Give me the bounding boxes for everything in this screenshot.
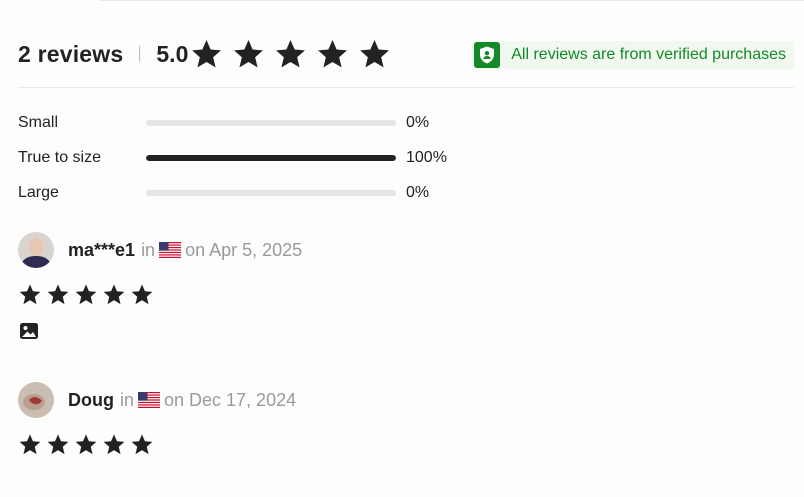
star-icon xyxy=(47,434,69,455)
star-icon xyxy=(131,284,153,305)
review-in-text: in xyxy=(119,389,134,410)
header-separator xyxy=(139,46,141,62)
fit-percent: 0% xyxy=(406,114,430,131)
star-icon xyxy=(318,40,348,68)
fit-row-true-to-size: True to size 100% xyxy=(18,146,468,170)
verified-shield-icon xyxy=(474,42,501,68)
reviews-count[interactable]: 2 reviews xyxy=(18,41,123,68)
review-meta: in on Apr 5, 2025 xyxy=(141,240,302,261)
image-icon[interactable] xyxy=(18,320,40,342)
review-date: on Apr 5, 2025 xyxy=(185,239,303,260)
avatar[interactable] xyxy=(18,382,54,418)
review-stars xyxy=(18,283,794,306)
summary-divider xyxy=(18,87,794,88)
fit-bar-track xyxy=(146,190,396,196)
fit-row-large: Large 0% xyxy=(18,181,468,205)
fit-percent: 0% xyxy=(406,184,430,201)
fit-percent: 100% xyxy=(406,149,447,166)
verified-purchases-text: All reviews are from verified purchases xyxy=(511,46,786,63)
verified-purchases-badge: All reviews are from verified purchases xyxy=(472,41,794,69)
fit-label: True to size xyxy=(18,149,101,166)
star-icon xyxy=(131,434,153,455)
average-rating-stars xyxy=(190,38,400,70)
review-summary-header: 2 reviews 5.0 All reviews are from verif… xyxy=(18,36,794,72)
star-icon xyxy=(19,284,41,305)
review-header: Doug in on Dec 17, 2024 xyxy=(18,381,794,419)
review-item: ma***e1 in on Apr 5, 2025 xyxy=(18,231,794,347)
review-item: Doug in on Dec 17, 2024 xyxy=(18,381,794,456)
review-in-text: in xyxy=(141,239,156,260)
star-icon xyxy=(19,434,41,455)
star-icon xyxy=(360,40,390,68)
review-date: on Dec 17, 2024 xyxy=(164,389,297,410)
star-icon xyxy=(75,284,97,305)
star-icon xyxy=(103,434,125,455)
star-icon xyxy=(192,40,222,68)
review-header: ma***e1 in on Apr 5, 2025 xyxy=(18,231,794,269)
reviewer-name: Doug xyxy=(68,389,114,410)
review-meta: in on Dec 17, 2024 xyxy=(120,390,296,411)
us-flag-icon xyxy=(159,241,182,258)
avatar[interactable] xyxy=(18,232,54,268)
star-icon xyxy=(234,40,264,68)
us-flag-icon xyxy=(138,391,160,408)
star-icon xyxy=(47,284,69,305)
fit-bar-fill xyxy=(146,155,396,161)
top-divider xyxy=(100,0,804,4)
star-icon xyxy=(103,284,125,305)
star-icon xyxy=(75,434,97,455)
fit-bar-track xyxy=(146,120,396,126)
star-icon xyxy=(276,40,306,68)
reviewer-name: ma***e1 xyxy=(68,239,136,260)
fit-label: Small xyxy=(18,114,59,131)
fit-row-small: Small 0% xyxy=(18,111,468,135)
fit-bar-track xyxy=(146,155,396,161)
review-stars xyxy=(18,433,794,456)
fit-label: Large xyxy=(18,184,59,201)
average-rating: 5.0 xyxy=(156,40,189,67)
